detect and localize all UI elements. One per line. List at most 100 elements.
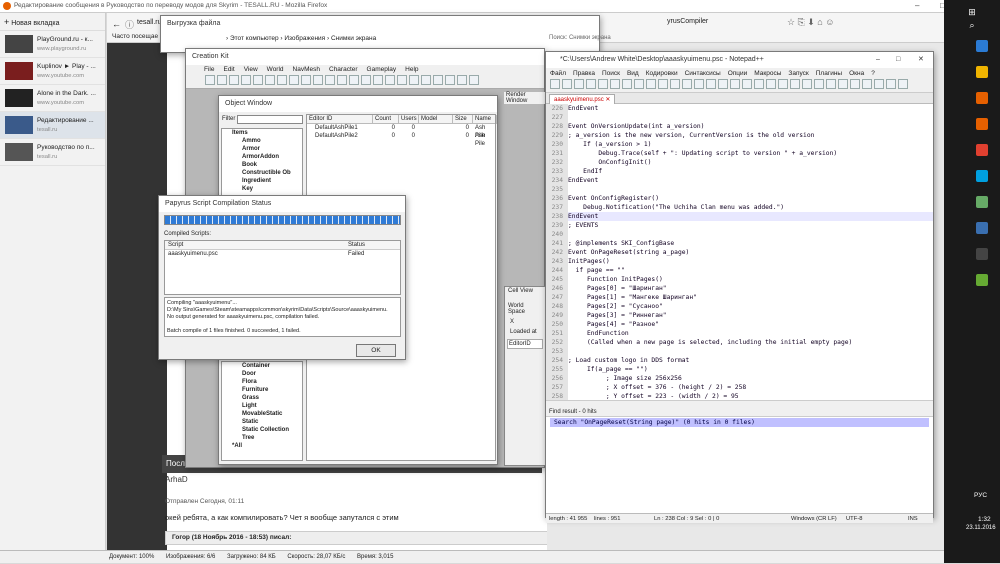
ck-menu-item[interactable]: File <box>204 65 214 75</box>
toolbar-icon[interactable] <box>682 79 692 89</box>
sidebar-item[interactable]: PlayGround.ru - к... www.playground.ru <box>0 31 105 58</box>
taskbar-app-icon[interactable] <box>976 170 988 182</box>
language-indicator[interactable]: РУС <box>974 492 987 499</box>
toolbar-icon[interactable] <box>874 79 884 89</box>
clock-time[interactable]: 1:32 <box>978 516 991 523</box>
toolbar-icon[interactable] <box>670 79 680 89</box>
ck-menu-item[interactable]: NavMesh <box>293 65 320 75</box>
tree-item[interactable]: *All <box>222 442 302 450</box>
toolbar-icon[interactable] <box>850 79 860 89</box>
tree-item[interactable]: Tree <box>222 434 302 442</box>
tree-item[interactable]: Items <box>222 129 302 137</box>
table-row[interactable]: DefaultAshPile2 0 0 0 Ash Pile <box>307 132 495 147</box>
table-row[interactable]: DefaultAshPile1 0 0 0 Ash Pile <box>307 124 495 139</box>
toolbar-icon[interactable] <box>898 79 908 89</box>
toolbar-icon[interactable] <box>646 79 656 89</box>
toolbar-icon[interactable] <box>397 75 407 85</box>
taskbar-app-icon[interactable] <box>976 66 988 78</box>
tab-papyrus[interactable]: yrusCompiler <box>667 18 708 25</box>
tree-item[interactable]: Light <box>222 402 302 410</box>
sidebar-item[interactable]: Alone in the Dark. ... www.youtube.com <box>0 85 105 112</box>
toolbar-icon[interactable] <box>349 75 359 85</box>
taskbar-icons[interactable]: ⊞ ⌕ <box>944 0 1000 32</box>
toolbar-icon[interactable] <box>433 75 443 85</box>
toolbar-icon[interactable] <box>730 79 740 89</box>
toolbar-icon[interactable] <box>562 79 572 89</box>
ck-menu-item[interactable]: View <box>244 65 258 75</box>
taskbar-app-icon[interactable] <box>976 92 988 104</box>
column-header[interactable]: Size <box>453 115 473 124</box>
toolbar-icon[interactable] <box>778 79 788 89</box>
toolbar-icon[interactable] <box>217 75 227 85</box>
taskbar-app-icon[interactable] <box>976 118 988 130</box>
toolbar-icon[interactable] <box>658 79 668 89</box>
toolbar-icon[interactable] <box>361 75 371 85</box>
toolbar-icon[interactable] <box>550 79 560 89</box>
explorer-search[interactable]: Поиск: Снимки экрана <box>549 35 611 41</box>
column-header[interactable]: Users <box>399 115 419 124</box>
find-result-line[interactable]: Search "OnPageReset(String page)" (0 hit… <box>550 418 929 427</box>
toolbar-icon[interactable] <box>469 75 479 85</box>
npp-menu-item[interactable]: Правка <box>573 68 595 79</box>
toolbar-icon[interactable] <box>634 79 644 89</box>
npp-menu-item[interactable]: Окна <box>849 68 864 79</box>
sidebar-item[interactable]: Руководство по п... tesall.ru <box>0 139 105 166</box>
toolbar-icons[interactable]: ☆ ⎘ ⬇ ⌂ ☺ <box>787 17 834 28</box>
ok-button[interactable]: OK <box>356 344 396 357</box>
back-button[interactable]: ← <box>112 19 121 29</box>
toolbar-icon[interactable] <box>790 79 800 89</box>
tree-item[interactable]: MovableStatic <box>222 410 302 418</box>
taskbar-app-icon[interactable] <box>976 40 988 52</box>
column-header[interactable]: Model <box>419 115 453 124</box>
toolbar-icon[interactable] <box>886 79 896 89</box>
toolbar-icon[interactable] <box>622 79 632 89</box>
editorid-header[interactable]: EditorID <box>507 339 543 349</box>
toolbar-icon[interactable] <box>421 75 431 85</box>
file-tab[interactable]: aaaskyuimenu.psc ✕ <box>549 94 616 104</box>
code-editor[interactable]: 226 EndEvent 227 228 Event OnVersionUpdate(i… <box>546 104 933 400</box>
tree-item[interactable]: Static Collection <box>222 426 302 434</box>
npp-menu-item[interactable]: Файл <box>550 68 566 79</box>
ck-menu-item[interactable]: Edit <box>223 65 234 75</box>
search-icon[interactable]: ⌕ <box>944 19 1000 32</box>
toolbar-icon[interactable] <box>826 79 836 89</box>
sidebar-item[interactable]: Редактирование ... tesall.ru <box>0 112 105 139</box>
tree-item[interactable]: Key <box>222 185 302 193</box>
toolbar-icon[interactable] <box>598 79 608 89</box>
toolbar-icon[interactable] <box>718 79 728 89</box>
taskbar-app-icon[interactable] <box>976 248 988 260</box>
toolbar-icon[interactable] <box>277 75 287 85</box>
toolbar-icon[interactable] <box>694 79 704 89</box>
toolbar-icon[interactable] <box>586 79 596 89</box>
toolbar-icon[interactable] <box>814 79 824 89</box>
tree-item[interactable]: Ingredient <box>222 177 302 185</box>
tree-item[interactable]: Container <box>222 362 302 370</box>
toolbar-icon[interactable] <box>373 75 383 85</box>
toolbar-icon[interactable] <box>337 75 347 85</box>
toolbar-icon[interactable] <box>241 75 251 85</box>
column-header[interactable]: Name <box>473 115 497 124</box>
npp-menu-item[interactable]: Вид <box>627 68 639 79</box>
npp-minimize[interactable]: – <box>876 52 880 68</box>
npp-menu-item[interactable]: Опции <box>728 68 748 79</box>
toolbar-icon[interactable] <box>862 79 872 89</box>
toolbar-icon[interactable] <box>802 79 812 89</box>
npp-menu-item[interactable]: ? <box>871 68 875 79</box>
npp-menu-item[interactable]: Синтаксисы <box>685 68 721 79</box>
ck-menu-item[interactable]: Character <box>329 65 358 75</box>
taskbar-app-icon[interactable] <box>976 274 988 286</box>
toolbar-icon[interactable] <box>265 75 275 85</box>
toolbar-icon[interactable] <box>325 75 335 85</box>
tree-item[interactable]: Grass <box>222 394 302 402</box>
filter-input[interactable] <box>237 115 303 124</box>
column-header[interactable]: Editor ID <box>307 115 373 124</box>
toolbar-icon[interactable] <box>574 79 584 89</box>
clock-date[interactable]: 23.11.2016 <box>966 525 996 531</box>
toolbar-icon[interactable] <box>445 75 455 85</box>
toolbar-icon[interactable] <box>610 79 620 89</box>
ck-menu-item[interactable]: Gameplay <box>367 65 397 75</box>
toolbar-icon[interactable] <box>409 75 419 85</box>
toolbar-icon[interactable] <box>385 75 395 85</box>
toolbar-icon[interactable] <box>706 79 716 89</box>
toolbar-icon[interactable] <box>253 75 263 85</box>
